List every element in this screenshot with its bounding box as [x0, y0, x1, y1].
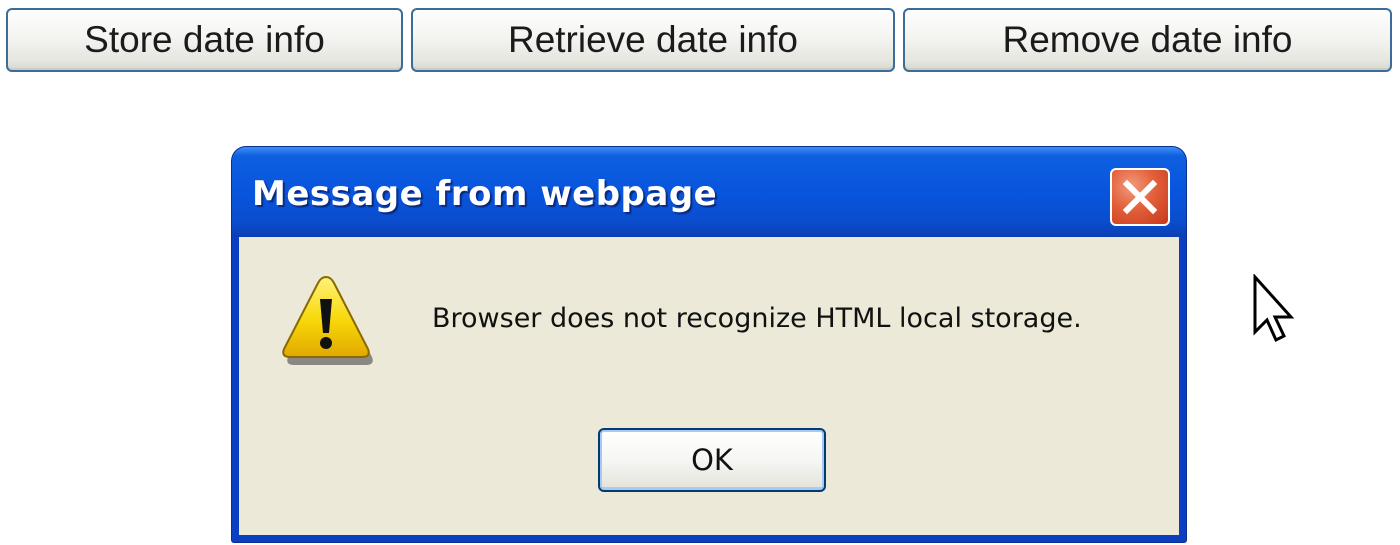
remove-date-info-button[interactable]: Remove date info	[903, 8, 1392, 72]
ok-button[interactable]: OK	[598, 428, 826, 492]
alert-dialog: Message from webpage Browser does not re…	[232, 147, 1186, 542]
dialog-title: Message from webpage	[252, 174, 718, 214]
dialog-body: Browser does not recognize HTML local st…	[239, 237, 1179, 535]
store-date-info-button[interactable]: Store date info	[6, 8, 403, 72]
close-icon	[1122, 179, 1158, 215]
dialog-titlebar[interactable]: Message from webpage	[232, 147, 1186, 237]
warning-icon	[282, 275, 373, 365]
retrieve-date-info-button[interactable]: Retrieve date info	[411, 8, 895, 72]
arrow-cursor-icon	[1253, 274, 1294, 343]
close-button[interactable]	[1110, 168, 1170, 226]
dialog-message: Browser does not recognize HTML local st…	[432, 303, 1082, 334]
